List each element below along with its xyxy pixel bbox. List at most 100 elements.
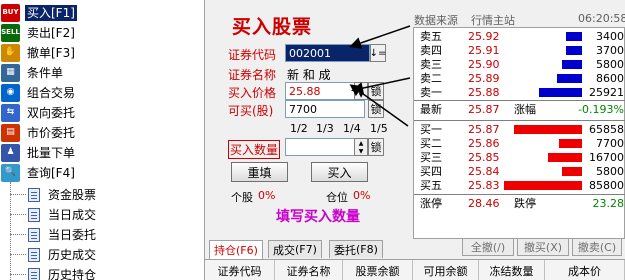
nav-item-label: 买入[F1] xyxy=(25,4,77,21)
level-price[interactable]: 25.88 xyxy=(468,87,500,99)
level-label: 卖五 xyxy=(420,30,442,43)
change-label: 涨幅 xyxy=(514,103,536,116)
column-header[interactable]: 冻结数量 xyxy=(479,260,545,280)
bid-row[interactable]: 买一 25.87 65858 xyxy=(414,124,625,136)
nav-item-label: 撤单[F3] xyxy=(27,45,75,60)
nav-sub-item-3[interactable]: 历史成交 xyxy=(0,245,204,264)
nav-item-7[interactable]: ♟ 批量下单 xyxy=(0,143,204,162)
ask-row[interactable]: 卖三 25.90 5800 xyxy=(414,59,625,71)
limit-up-label: 涨停 xyxy=(420,197,442,210)
document-icon xyxy=(28,187,40,202)
column-header[interactable]: 证券代码 xyxy=(205,260,275,280)
level-price[interactable]: 25.84 xyxy=(468,166,500,178)
bid-row[interactable]: 买四 25.84 5800 xyxy=(414,166,625,178)
arrow-to-price xyxy=(351,77,411,94)
tab-entrusts-label: 委托 xyxy=(334,243,356,257)
limit-row: 涨停 28.46 跌停 23.28 xyxy=(414,198,625,210)
fraction-half[interactable]: 1/2 xyxy=(290,122,308,135)
cancel-sell-button[interactable]: 撤卖(C) xyxy=(572,238,622,256)
position-value: 0% xyxy=(353,189,371,202)
document-icon xyxy=(28,207,40,222)
tab-deals-key: (F7) xyxy=(295,243,317,256)
cancel-buy-button[interactable]: 撤买(X) xyxy=(517,238,569,256)
level-label: 买二 xyxy=(420,137,442,150)
level-volume: 7700 xyxy=(596,137,624,150)
nav-item-6[interactable]: ▤ 市价委托 xyxy=(0,123,204,142)
nav-item-0[interactable]: BUY 买入[F1] xyxy=(0,3,204,22)
tab-holdings[interactable]: 持仓 (F6) xyxy=(209,240,263,259)
nav-item-label: 双向委托 xyxy=(27,105,76,120)
volume-bar xyxy=(566,32,582,41)
column-header[interactable]: 股票余额 xyxy=(343,260,413,280)
nav-sub-item-label: 历史持仓 xyxy=(48,267,97,280)
level-price[interactable]: 25.91 xyxy=(468,45,500,57)
separator xyxy=(414,194,625,195)
nav-item-1[interactable]: SELL 卖出[F2] xyxy=(0,23,204,42)
order-book: 卖五 25.92 3400 卖四 25.91 3700 卖三 25.90 5800 卖二 25.89… xyxy=(413,27,625,239)
nav-item-8[interactable]: 🔍 查询[F4] xyxy=(0,163,204,182)
nav-sub-item-label: 资金股票 xyxy=(48,187,97,202)
max-label: 可买(股) xyxy=(228,104,274,118)
level-label: 卖二 xyxy=(420,72,442,85)
nav-sub-item-4[interactable]: 历史持仓 xyxy=(0,265,204,280)
column-header[interactable]: 可用余额 xyxy=(413,260,479,280)
level-price[interactable]: 25.89 xyxy=(468,73,500,85)
stock-name-value: 新 和 成 xyxy=(287,68,331,82)
level-price[interactable]: 25.86 xyxy=(468,138,500,150)
reset-button[interactable]: 重填 xyxy=(231,162,288,182)
arrow-from-buy-level xyxy=(349,84,409,127)
level-price[interactable]: 25.90 xyxy=(468,59,500,71)
ask-row[interactable]: 卖四 25.91 3700 xyxy=(414,45,625,57)
level-volume: 3400 xyxy=(596,30,624,43)
quote-time: 06:20:58 xyxy=(578,12,625,25)
condition-icon: ▦ xyxy=(1,63,20,82)
qty-label: 买入数量 xyxy=(228,140,281,159)
nav-item-label: 条件单 xyxy=(27,65,64,80)
volume-bar xyxy=(514,125,582,134)
bid-row[interactable]: 买五 25.83 85800 xyxy=(414,180,625,192)
nav-sub-item-1[interactable]: 当日成交 xyxy=(0,205,204,224)
tab-entrusts[interactable]: 委托 (F8) xyxy=(329,240,383,258)
nav-item-2[interactable]: ✋ 撤单[F3] xyxy=(0,43,204,62)
ask-row[interactable]: 卖五 25.92 3400 xyxy=(414,31,625,43)
document-icon xyxy=(28,247,40,262)
tab-deals-label: 成交 xyxy=(273,243,295,257)
column-header[interactable]: 证券名称 xyxy=(275,260,343,280)
level-volume: 65858 xyxy=(589,123,624,136)
nav-item-label: 批量下单 xyxy=(27,145,76,160)
buy-button[interactable]: 买入 xyxy=(311,162,368,182)
level-label: 卖四 xyxy=(420,44,442,57)
ask-row[interactable]: 卖二 25.89 8600 xyxy=(414,73,625,85)
limit-up-value[interactable]: 28.46 xyxy=(468,198,500,210)
bid-row[interactable]: 买二 25.86 7700 xyxy=(414,138,625,150)
tab-entrusts-key: (F8) xyxy=(356,243,378,256)
ask-row[interactable]: 卖一 25.88 25921 xyxy=(414,87,625,99)
hint-text: 填写买入数量 xyxy=(276,209,360,225)
level-label: 卖一 xyxy=(420,86,442,99)
nav-item-label: 市价委托 xyxy=(27,125,76,140)
level-price[interactable]: 25.92 xyxy=(468,31,500,43)
arrow-to-code xyxy=(349,25,411,49)
nav-item-4[interactable]: ◉ 组合交易 xyxy=(0,83,204,102)
nav-item-3[interactable]: ▦ 条件单 xyxy=(0,63,204,82)
limit-down-value[interactable]: 23.28 xyxy=(593,198,625,210)
nav-item-label: 组合交易 xyxy=(27,85,76,100)
nav-item-5[interactable]: ⇆ 双向委托 xyxy=(0,103,204,122)
fraction-third[interactable]: 1/3 xyxy=(316,122,334,135)
data-source-name: 行情主站 xyxy=(471,14,515,27)
bid-row[interactable]: 买三 25.85 16700 xyxy=(414,152,625,164)
level-label: 买四 xyxy=(420,165,442,178)
tab-deals[interactable]: 成交 (F7) xyxy=(268,240,322,258)
nav-sub-item-label: 历史成交 xyxy=(48,247,97,262)
level-price[interactable]: 25.83 xyxy=(468,180,500,192)
nav-sub-item-0[interactable]: 资金股票 xyxy=(0,185,204,204)
nav-item-label: 查询[F4] xyxy=(27,165,75,180)
column-header[interactable]: 成本价 xyxy=(545,260,625,280)
cancel-all-button[interactable]: 全撤(/) xyxy=(462,238,514,256)
latest-label: 最新 xyxy=(420,103,442,116)
level-price[interactable]: 25.87 xyxy=(468,124,500,136)
level-price[interactable]: 25.85 xyxy=(468,152,500,164)
sell-icon: SELL xyxy=(1,23,20,42)
level-volume: 3700 xyxy=(596,44,624,57)
nav-sub-item-2[interactable]: 当日委托 xyxy=(0,225,204,244)
